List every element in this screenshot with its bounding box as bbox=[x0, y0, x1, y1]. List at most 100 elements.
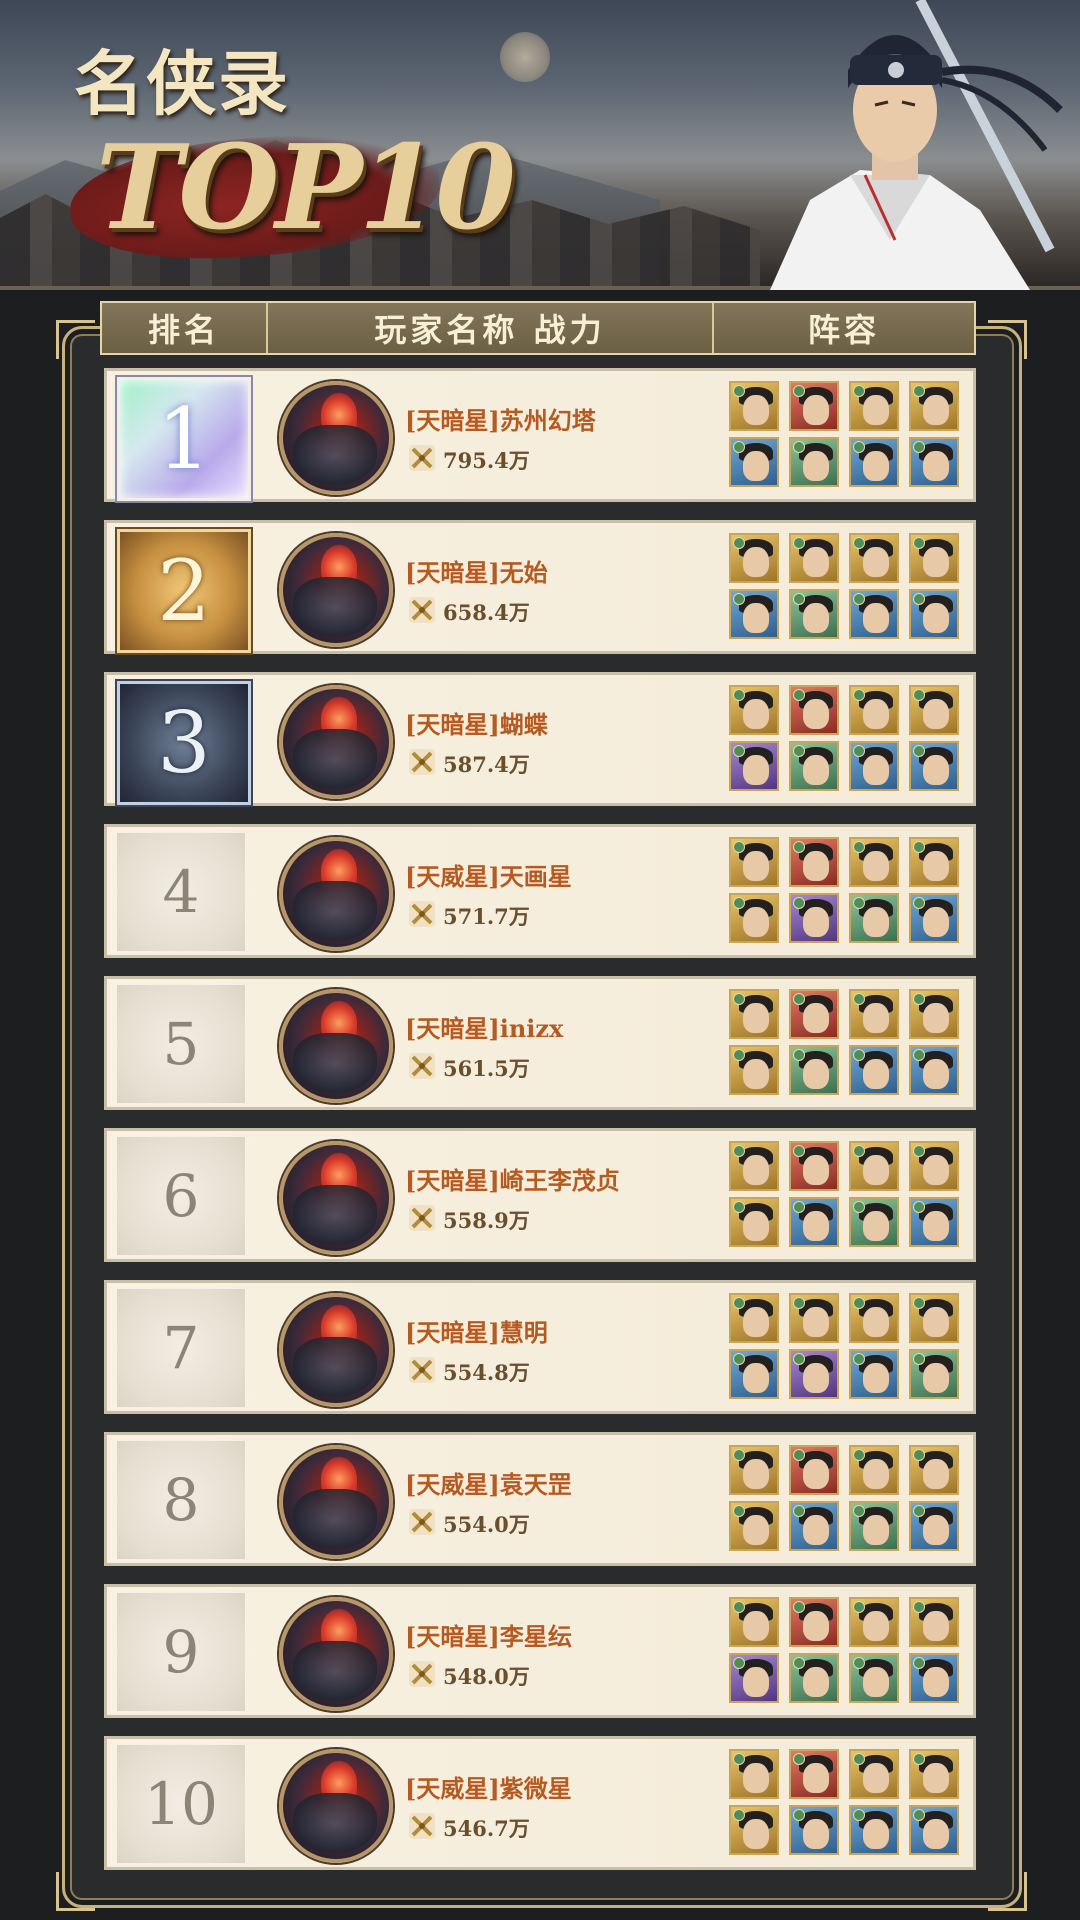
hero-portrait[interactable] bbox=[849, 1597, 899, 1647]
hero-portrait[interactable] bbox=[729, 1445, 779, 1495]
hero-portrait[interactable] bbox=[909, 533, 959, 583]
hero-portrait[interactable] bbox=[909, 837, 959, 887]
player-avatar[interactable] bbox=[279, 685, 393, 799]
hero-portrait[interactable] bbox=[909, 741, 959, 791]
hero-portrait[interactable] bbox=[849, 989, 899, 1039]
hero-portrait[interactable] bbox=[789, 1445, 839, 1495]
hero-portrait[interactable] bbox=[789, 1597, 839, 1647]
player-name[interactable]: [天威星]袁天罡 bbox=[405, 1465, 572, 1500]
player-avatar[interactable] bbox=[279, 1445, 393, 1559]
hero-portrait[interactable] bbox=[729, 533, 779, 583]
player-avatar[interactable] bbox=[279, 381, 393, 495]
hero-portrait[interactable] bbox=[849, 589, 899, 639]
hero-portrait[interactable] bbox=[789, 1045, 839, 1095]
ranking-row[interactable]: 6 [天暗星]崎王李茂贞 558.9万 bbox=[104, 1128, 976, 1262]
player-name[interactable]: [天暗星]蝴蝶 bbox=[405, 705, 548, 740]
hero-portrait[interactable] bbox=[729, 1749, 779, 1799]
player-name[interactable]: [天暗星]李星纭 bbox=[405, 1617, 572, 1652]
ranking-row[interactable]: 10 [天威星]紫微星 546.7万 bbox=[104, 1736, 976, 1870]
hero-portrait[interactable] bbox=[729, 381, 779, 431]
hero-portrait[interactable] bbox=[729, 685, 779, 735]
ranking-row[interactable]: 3 [天暗星]蝴蝶 587.4万 bbox=[104, 672, 976, 806]
ranking-row[interactable]: 5 [天暗星]inizx 561.5万 bbox=[104, 976, 976, 1110]
hero-portrait[interactable] bbox=[729, 1141, 779, 1191]
hero-portrait[interactable] bbox=[909, 1045, 959, 1095]
hero-portrait[interactable] bbox=[849, 741, 899, 791]
hero-portrait[interactable] bbox=[789, 381, 839, 431]
hero-portrait[interactable] bbox=[729, 1597, 779, 1647]
hero-portrait[interactable] bbox=[909, 437, 959, 487]
hero-portrait[interactable] bbox=[849, 1805, 899, 1855]
player-avatar[interactable] bbox=[279, 533, 393, 647]
hero-portrait[interactable] bbox=[789, 533, 839, 583]
hero-portrait[interactable] bbox=[789, 437, 839, 487]
hero-portrait[interactable] bbox=[849, 837, 899, 887]
hero-portrait[interactable] bbox=[849, 437, 899, 487]
ranking-row[interactable]: 4 [天威星]天画星 571.7万 bbox=[104, 824, 976, 958]
ranking-row[interactable]: 8 [天威星]袁天罡 554.0万 bbox=[104, 1432, 976, 1566]
hero-portrait[interactable] bbox=[729, 837, 779, 887]
hero-portrait[interactable] bbox=[729, 437, 779, 487]
ranking-row[interactable]: 1 [天暗星]苏州幻塔 795.4万 bbox=[104, 368, 976, 502]
hero-portrait[interactable] bbox=[729, 1045, 779, 1095]
hero-portrait[interactable] bbox=[849, 1749, 899, 1799]
player-avatar[interactable] bbox=[279, 837, 393, 951]
player-name[interactable]: [天暗星]无始 bbox=[405, 553, 548, 588]
player-name[interactable]: [天暗星]慧明 bbox=[405, 1313, 548, 1348]
player-avatar[interactable] bbox=[279, 1597, 393, 1711]
hero-portrait[interactable] bbox=[789, 1197, 839, 1247]
hero-portrait[interactable] bbox=[849, 1653, 899, 1703]
hero-portrait[interactable] bbox=[849, 1141, 899, 1191]
hero-portrait[interactable] bbox=[849, 1045, 899, 1095]
hero-portrait[interactable] bbox=[909, 1293, 959, 1343]
hero-portrait[interactable] bbox=[789, 989, 839, 1039]
hero-portrait[interactable] bbox=[909, 1597, 959, 1647]
player-avatar[interactable] bbox=[279, 1749, 393, 1863]
hero-portrait[interactable] bbox=[849, 533, 899, 583]
hero-portrait[interactable] bbox=[909, 1349, 959, 1399]
hero-portrait[interactable] bbox=[789, 893, 839, 943]
hero-portrait[interactable] bbox=[849, 1197, 899, 1247]
hero-portrait[interactable] bbox=[909, 1141, 959, 1191]
hero-portrait[interactable] bbox=[789, 1653, 839, 1703]
hero-portrait[interactable] bbox=[789, 1293, 839, 1343]
hero-portrait[interactable] bbox=[789, 1349, 839, 1399]
hero-portrait[interactable] bbox=[729, 1349, 779, 1399]
hero-portrait[interactable] bbox=[789, 837, 839, 887]
hero-portrait[interactable] bbox=[789, 589, 839, 639]
hero-portrait[interactable] bbox=[729, 893, 779, 943]
hero-portrait[interactable] bbox=[729, 1197, 779, 1247]
hero-portrait[interactable] bbox=[849, 1501, 899, 1551]
hero-portrait[interactable] bbox=[909, 1749, 959, 1799]
hero-portrait[interactable] bbox=[909, 589, 959, 639]
hero-portrait[interactable] bbox=[789, 1805, 839, 1855]
ranking-row[interactable]: 7 [天暗星]慧明 554.8万 bbox=[104, 1280, 976, 1414]
hero-portrait[interactable] bbox=[909, 1197, 959, 1247]
hero-portrait[interactable] bbox=[789, 1749, 839, 1799]
hero-portrait[interactable] bbox=[729, 1805, 779, 1855]
player-avatar[interactable] bbox=[279, 1293, 393, 1407]
hero-portrait[interactable] bbox=[849, 381, 899, 431]
hero-portrait[interactable] bbox=[789, 685, 839, 735]
hero-portrait[interactable] bbox=[729, 1501, 779, 1551]
hero-portrait[interactable] bbox=[789, 1501, 839, 1551]
player-name[interactable]: [天暗星]苏州幻塔 bbox=[405, 401, 596, 436]
hero-portrait[interactable] bbox=[909, 989, 959, 1039]
player-avatar[interactable] bbox=[279, 1141, 393, 1255]
player-name[interactable]: [天暗星]inizx bbox=[405, 1009, 563, 1044]
hero-portrait[interactable] bbox=[849, 1445, 899, 1495]
hero-portrait[interactable] bbox=[729, 741, 779, 791]
hero-portrait[interactable] bbox=[909, 893, 959, 943]
hero-portrait[interactable] bbox=[729, 1653, 779, 1703]
hero-portrait[interactable] bbox=[729, 1293, 779, 1343]
hero-portrait[interactable] bbox=[789, 1141, 839, 1191]
player-avatar[interactable] bbox=[279, 989, 393, 1103]
hero-portrait[interactable] bbox=[729, 989, 779, 1039]
hero-portrait[interactable] bbox=[789, 741, 839, 791]
player-name[interactable]: [天威星]天画星 bbox=[405, 857, 572, 892]
hero-portrait[interactable] bbox=[909, 1445, 959, 1495]
hero-portrait[interactable] bbox=[849, 893, 899, 943]
hero-portrait[interactable] bbox=[729, 589, 779, 639]
hero-portrait[interactable] bbox=[909, 1805, 959, 1855]
ranking-row[interactable]: 9 [天暗星]李星纭 548.0万 bbox=[104, 1584, 976, 1718]
